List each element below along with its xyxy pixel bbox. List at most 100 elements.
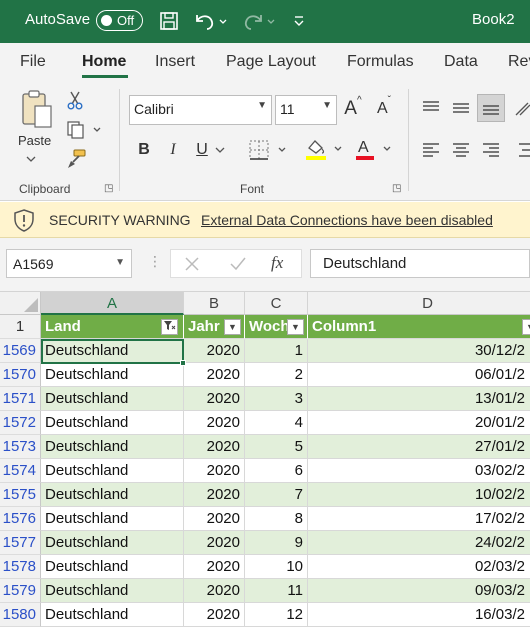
tab-home[interactable]: Home — [82, 53, 126, 71]
table-cell-jahr[interactable]: 2020 — [184, 459, 245, 483]
font-launcher-icon[interactable]: ◳ — [392, 183, 401, 194]
clipboard-launcher-icon[interactable]: ◳ — [104, 183, 113, 194]
shrink-font-button[interactable]: Aˇ — [372, 95, 396, 123]
italic-button[interactable]: I — [162, 138, 184, 162]
table-cell-land[interactable]: Deutschland — [41, 555, 184, 579]
fill-color-icon[interactable] — [302, 135, 346, 163]
formula-input[interactable]: Deutschland — [310, 249, 530, 278]
font-name-select[interactable]: Calibri ▼ — [129, 95, 272, 125]
table-cell-col1[interactable]: 02/03/2 — [308, 555, 530, 579]
tab-insert[interactable]: Insert — [155, 53, 195, 71]
row-header[interactable]: 1578 — [0, 555, 41, 579]
enter-icon[interactable] — [228, 255, 248, 273]
name-box[interactable]: A1569 ▼ — [6, 249, 132, 278]
table-cell-woche[interactable]: 2 — [245, 363, 308, 387]
tab-page-layout[interactable]: Page Layout — [226, 53, 316, 71]
tab-review[interactable]: Rev — [508, 53, 530, 71]
table-cell-land[interactable]: Deutschland — [41, 579, 184, 603]
table-cell-jahr[interactable]: 2020 — [184, 435, 245, 459]
table-cell-jahr[interactable]: 2020 — [184, 555, 245, 579]
table-cell-woche[interactable]: 6 — [245, 459, 308, 483]
filter-dropdown-icon[interactable]: ▼ — [287, 319, 304, 335]
row-header[interactable]: 1575 — [0, 483, 41, 507]
row-header[interactable]: 1579 — [0, 579, 41, 603]
table-cell-col1[interactable]: 03/02/2 — [308, 459, 530, 483]
table-cell-col1[interactable]: 20/01/2 — [308, 411, 530, 435]
table-cell-jahr[interactable]: 2020 — [184, 531, 245, 555]
table-cell-land[interactable]: Deutschland — [41, 531, 184, 555]
table-cell-woche[interactable]: 11 — [245, 579, 308, 603]
table-cell-woche[interactable]: 5 — [245, 435, 308, 459]
row-header[interactable]: 1580 — [0, 603, 41, 627]
table-cell-col1[interactable]: 27/01/2 — [308, 435, 530, 459]
align-left-icon[interactable] — [420, 139, 442, 161]
table-cell-jahr[interactable]: 2020 — [184, 579, 245, 603]
row-header[interactable]: 1572 — [0, 411, 41, 435]
paste-icon[interactable] — [16, 87, 56, 131]
table-cell-jahr[interactable]: 2020 — [184, 483, 245, 507]
redo-icon[interactable] — [240, 10, 276, 32]
cut-icon[interactable] — [64, 89, 86, 111]
table-cell-land[interactable]: Deutschland — [41, 603, 184, 627]
table-cell-jahr[interactable]: 2020 — [184, 363, 245, 387]
column-header-d[interactable]: D — [308, 292, 530, 315]
tab-file[interactable]: File — [20, 53, 46, 71]
table-cell-land[interactable]: Deutschland — [41, 483, 184, 507]
align-bottom-icon[interactable] — [477, 94, 505, 122]
fill-handle[interactable] — [180, 360, 186, 366]
table-cell-col1[interactable]: 06/01/2 — [308, 363, 530, 387]
table-cell-col1[interactable]: 17/02/2 — [308, 507, 530, 531]
table-cell-woche[interactable]: 9 — [245, 531, 308, 555]
table-cell-land[interactable]: Deutschland — [41, 387, 184, 411]
row-header[interactable]: 1574 — [0, 459, 41, 483]
align-center-icon[interactable] — [450, 139, 472, 161]
table-cell-col1[interactable]: 30/12/2 — [308, 339, 530, 363]
table-cell-woche[interactable]: 7 — [245, 483, 308, 507]
column-header-a[interactable]: A — [41, 292, 184, 315]
select-all-corner[interactable] — [0, 292, 41, 315]
table-cell-woche[interactable]: 4 — [245, 411, 308, 435]
insert-function-icon[interactable]: fx — [271, 253, 283, 273]
save-icon[interactable] — [158, 10, 180, 32]
table-cell-land[interactable]: Deutschland — [41, 411, 184, 435]
column-header-c[interactable]: C — [245, 292, 308, 315]
table-cell-land[interactable]: Deutschland — [41, 363, 184, 387]
table-cell-woche[interactable]: 10 — [245, 555, 308, 579]
table-cell-woche[interactable]: 3 — [245, 387, 308, 411]
undo-icon[interactable] — [192, 10, 228, 32]
table-cell-jahr[interactable]: 2020 — [184, 603, 245, 627]
row-header[interactable]: 1576 — [0, 507, 41, 531]
table-cell-col1[interactable]: 16/03/2 — [308, 603, 530, 627]
filter-dropdown-icon[interactable]: ▼ — [224, 319, 241, 335]
tab-formulas[interactable]: Formulas — [347, 53, 414, 71]
align-top-icon[interactable] — [420, 97, 442, 119]
row-header[interactable]: 1570 — [0, 363, 41, 387]
table-cell-woche[interactable]: 1 — [245, 339, 308, 363]
copy-icon[interactable] — [64, 119, 104, 141]
orientation-icon[interactable] — [512, 97, 530, 119]
filter-active-icon[interactable] — [161, 319, 178, 335]
indent-icon[interactable] — [514, 139, 530, 161]
table-cell-land[interactable]: Deutschland — [41, 435, 184, 459]
bold-button[interactable]: B — [133, 138, 155, 162]
autosave-toggle[interactable]: Off — [96, 10, 143, 31]
font-size-select[interactable]: 11 ▼ — [275, 95, 337, 125]
table-cell-col1[interactable]: 09/03/2 — [308, 579, 530, 603]
align-middle-icon[interactable] — [450, 97, 472, 119]
row-header[interactable]: 1569 — [0, 339, 41, 363]
more-options-icon[interactable]: ⋮ — [148, 253, 162, 270]
row-header[interactable]: 1573 — [0, 435, 41, 459]
underline-button[interactable]: U — [192, 138, 212, 162]
table-cell-land[interactable]: Deutschland — [41, 507, 184, 531]
row-header[interactable]: 1571 — [0, 387, 41, 411]
table-cell-col1[interactable]: 13/01/2 — [308, 387, 530, 411]
format-painter-icon[interactable] — [64, 147, 88, 171]
table-cell-woche[interactable]: 8 — [245, 507, 308, 531]
cancel-icon[interactable] — [183, 255, 201, 273]
security-warning-link[interactable]: External Data Connections have been disa… — [201, 212, 493, 228]
tab-data[interactable]: Data — [444, 53, 478, 71]
table-cell-jahr[interactable]: 2020 — [184, 387, 245, 411]
underline-dropdown-icon[interactable] — [213, 138, 227, 162]
table-cell-jahr[interactable]: 2020 — [184, 411, 245, 435]
table-cell-land[interactable]: Deutschland — [41, 339, 184, 363]
